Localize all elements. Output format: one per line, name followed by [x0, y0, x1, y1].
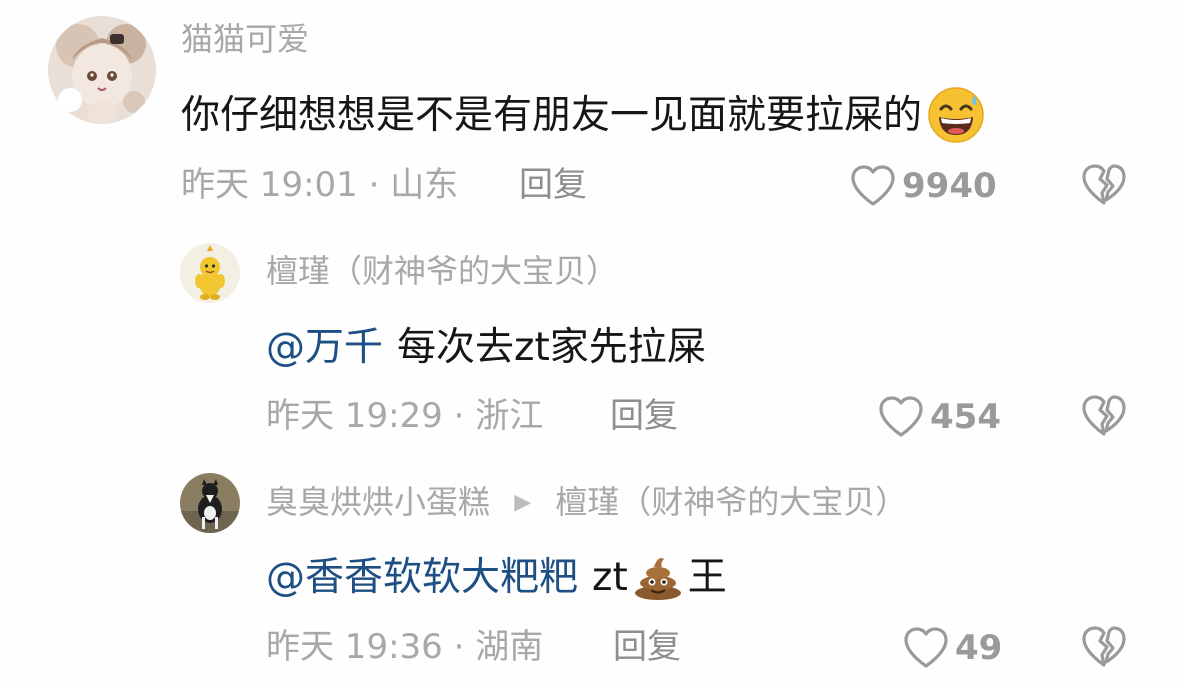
comment-time-location: 昨天 19:36 · 湖南 — [266, 627, 544, 667]
comment-author-line: 臭臭烘烘小蛋糕 ▶ 檀瑾（财神爷的大宝贝） — [266, 486, 907, 518]
mention-link[interactable]: @万千 — [266, 328, 383, 367]
comment-author[interactable]: 檀瑾（财神爷的大宝贝） — [266, 255, 618, 287]
broken-heart-icon — [1082, 395, 1126, 436]
reply-button[interactable]: 回复 — [610, 399, 678, 433]
broken-heart-icon — [1082, 626, 1126, 667]
avatar[interactable] — [180, 473, 240, 533]
comment-body: 你仔细想想是不是有朋友一见面就要拉屎的 — [181, 92, 923, 138]
like-count: 49 — [955, 628, 1003, 668]
reply-button[interactable]: 回复 — [519, 168, 587, 202]
like-button[interactable]: 454 — [878, 394, 1001, 440]
dislike-button[interactable] — [1081, 395, 1127, 437]
comment-body: 王 — [687, 554, 727, 600]
mention-link[interactable]: @香香软软大粑粑 — [266, 558, 578, 597]
comment-time-location: 昨天 19:29 · 浙江 — [266, 396, 544, 436]
like-button[interactable]: 49 — [903, 625, 1002, 671]
comment-text: 你仔细想想是不是有朋友一见面就要拉屎的 — [181, 87, 986, 143]
comment-author[interactable]: 臭臭烘烘小蛋糕 — [266, 483, 490, 521]
comment-text: @万千 每次去zt家先拉屎 — [266, 325, 706, 369]
reply-arrow-icon: ▶ — [514, 490, 532, 515]
pile-of-poo-icon — [632, 553, 684, 601]
comment-time-location: 昨天 19:01 · 山东 — [181, 165, 459, 205]
avatar[interactable] — [180, 243, 240, 303]
heart-icon — [851, 165, 895, 206]
dislike-button[interactable] — [1081, 164, 1127, 206]
broken-heart-icon — [1082, 164, 1126, 205]
comment-text: @香香软软大粑粑 zt 王 — [266, 553, 727, 601]
dislike-button[interactable] — [1081, 626, 1127, 668]
heart-icon — [879, 396, 923, 437]
comment-body: zt — [592, 554, 628, 600]
avatar[interactable] — [48, 16, 156, 124]
reply-button[interactable]: 回复 — [613, 630, 681, 664]
comment-body: 每次去zt家先拉屎 — [397, 324, 706, 370]
reply-to-author[interactable]: 檀瑾（财神爷的大宝贝） — [555, 483, 907, 521]
like-count: 454 — [930, 397, 1001, 437]
comment-thread: 猫猫可爱 你仔细想想是不是有朋友一见面就要拉屎的 昨天 19:01 · 山东 回… — [0, 0, 1179, 686]
like-count: 9940 — [902, 166, 997, 206]
comment-author[interactable]: 猫猫可爱 — [181, 23, 309, 55]
heart-icon — [904, 627, 948, 668]
like-button[interactable]: 9940 — [850, 163, 997, 209]
grinning-sweat-face-icon — [926, 85, 986, 145]
